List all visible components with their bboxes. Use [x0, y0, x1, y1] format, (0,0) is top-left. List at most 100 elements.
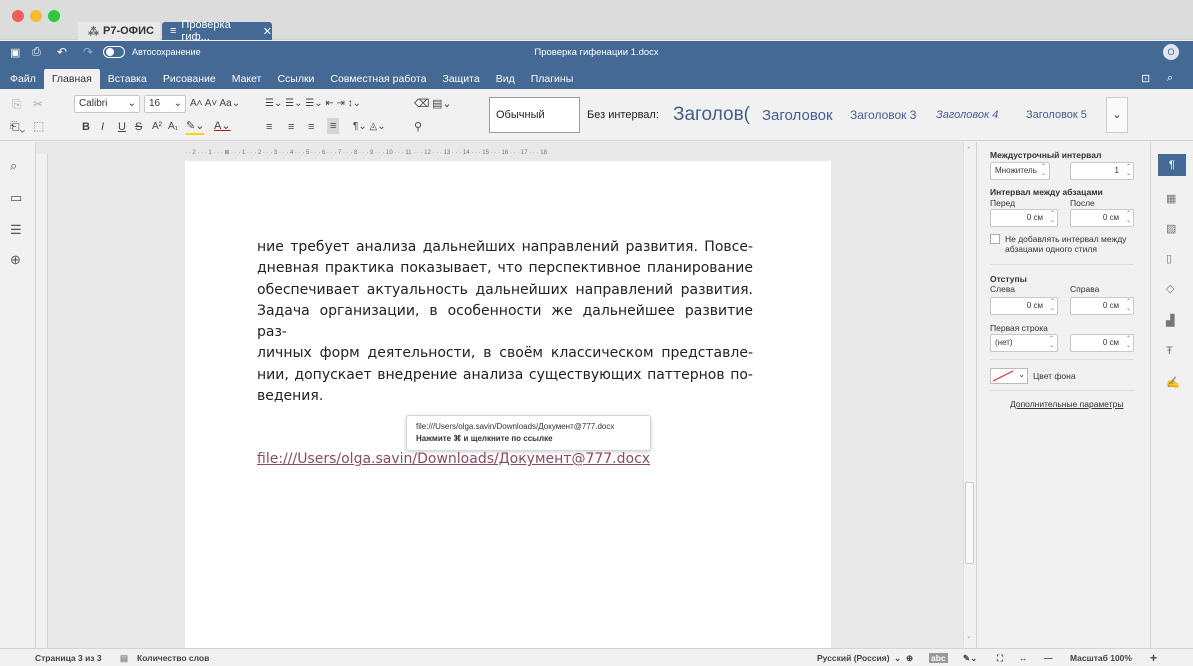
- menu-item[interactable]: Файл: [2, 69, 44, 89]
- clear-style-icon[interactable]: ⌫: [414, 97, 430, 111]
- font-color-button[interactable]: A⌄: [214, 119, 231, 133]
- menu-item[interactable]: Макет: [224, 69, 270, 89]
- subscript-button[interactable]: A₁: [168, 120, 178, 134]
- app-home-tab[interactable]: ⁂ Р7-ОФИС: [78, 22, 160, 40]
- scrollbar-down-arrow[interactable]: ⌄: [966, 632, 972, 640]
- style-preset[interactable]: Заголовок 4: [930, 97, 1020, 133]
- spacing-before-input[interactable]: 0 см: [990, 209, 1058, 227]
- menu-item[interactable]: Рисование: [155, 69, 224, 89]
- chart-settings-icon[interactable]: ▟: [1166, 314, 1174, 327]
- document-title: Проверка гифенации 1.docx: [534, 46, 659, 58]
- fit-width-icon[interactable]: ↔: [1019, 653, 1028, 663]
- paragraph-settings-tab[interactable]: ¶: [1158, 154, 1186, 176]
- scrollbar-thumb[interactable]: [965, 482, 974, 564]
- align-right-icon[interactable]: ≡: [308, 120, 314, 134]
- background-color-picker[interactable]: ⌄: [990, 368, 1028, 384]
- highlight-color-button[interactable]: ✎⌄: [186, 119, 205, 135]
- page-info[interactable]: Страница 3 из 3: [35, 653, 102, 663]
- spacing-before-value: 0 см: [1026, 213, 1043, 222]
- textart-settings-icon[interactable]: Ŧ: [1166, 345, 1173, 357]
- font-size-select[interactable]: 16 ⌄: [144, 95, 186, 113]
- minimize-window-icon[interactable]: [30, 10, 42, 22]
- zoom-level[interactable]: Масштаб 100%: [1070, 653, 1132, 663]
- spellcheck-icon[interactable]: abc: [929, 653, 948, 663]
- strikethrough-button[interactable]: S: [135, 120, 142, 134]
- first-line-value-input[interactable]: 0 см: [1070, 334, 1134, 352]
- body-paragraph[interactable]: ние требует анализа дальнейших направлен…: [257, 237, 753, 407]
- paste-icon[interactable]: ⎗⌄: [10, 119, 25, 133]
- bold-button[interactable]: B: [82, 120, 90, 134]
- align-left-icon[interactable]: ≡: [266, 120, 272, 134]
- underline-button[interactable]: U: [118, 120, 126, 134]
- style-preset[interactable]: Заголовок 3: [844, 97, 930, 133]
- cut-icon[interactable]: ✂: [33, 97, 43, 111]
- header-footer-icon[interactable]: ▯: [1166, 252, 1172, 265]
- user-avatar[interactable]: O: [1163, 44, 1179, 60]
- indent-right-input[interactable]: 0 см: [1070, 297, 1134, 315]
- table-settings-icon[interactable]: ▦: [1166, 192, 1176, 205]
- spacing-after-input[interactable]: 0 см: [1070, 209, 1134, 227]
- align-justify-icon[interactable]: ≡: [327, 118, 340, 134]
- left-sidebar: ⌕ ▭ ☰ ⊕: [0, 142, 36, 648]
- image-settings-icon[interactable]: ▨: [1166, 222, 1176, 235]
- styles-expand-button[interactable]: ⌄: [1106, 97, 1128, 133]
- zoom-in-icon[interactable]: +: [1150, 651, 1157, 665]
- italic-button[interactable]: I: [101, 120, 104, 134]
- hyperlink[interactable]: file:///Users/olga.savin/Downloads/Докум…: [257, 451, 650, 467]
- copy-style-icon[interactable]: ⚲: [414, 120, 422, 134]
- search-menu-icon[interactable]: ⌕: [1167, 72, 1173, 85]
- navigation-icon[interactable]: ☰: [10, 222, 22, 238]
- superscript-button[interactable]: A²: [152, 120, 162, 134]
- indent-left-input[interactable]: 0 см: [990, 297, 1058, 315]
- first-line-mode-select[interactable]: (нет): [990, 334, 1058, 352]
- scrollbar-up-arrow[interactable]: ⌃: [966, 146, 972, 154]
- copy-icon[interactable]: ⎘: [12, 97, 22, 111]
- document-language-icon[interactable]: ⊕: [906, 653, 913, 664]
- menu-item[interactable]: Вставка: [100, 69, 155, 89]
- spacing-after-value: 0 см: [1102, 213, 1119, 222]
- menu-item[interactable]: Совместная работа: [322, 69, 434, 89]
- shading-icon[interactable]: ▤⌄: [432, 97, 452, 111]
- increase-font-icon[interactable]: A˄ A˅ Aa⌄: [190, 97, 240, 111]
- comments-icon[interactable]: ▭: [10, 190, 22, 206]
- style-preset[interactable]: Обычный: [489, 97, 580, 133]
- close-tab-icon[interactable]: ✕: [263, 25, 272, 38]
- document-page[interactable]: ние требует анализа дальнейших направлен…: [185, 161, 831, 648]
- track-changes-icon[interactable]: ✎⌄: [963, 653, 977, 664]
- shape-settings-icon[interactable]: ◇: [1166, 282, 1174, 295]
- menu-item[interactable]: Вид: [488, 69, 523, 89]
- no-spacing-checkbox[interactable]: [990, 234, 1000, 244]
- advanced-settings-link[interactable]: Дополнительные параметры: [1010, 399, 1123, 409]
- zoom-out-icon[interactable]: —: [1044, 653, 1053, 663]
- vertical-scrollbar[interactable]: ⌃ ⌄: [963, 142, 975, 648]
- bullet-list-icon[interactable]: ☰⌄ ☰⌄ ☰⌄ ⇤ ⇥ ↕⌄: [265, 97, 361, 111]
- horizontal-ruler: · · 2 · · · 1 · · · ⊠ · · · 1 · · · 2 · …: [185, 150, 547, 156]
- close-window-icon[interactable]: [12, 10, 24, 22]
- menu-item[interactable]: Главная: [43, 69, 100, 89]
- maximize-window-icon[interactable]: [48, 10, 60, 22]
- search-icon[interactable]: ⌕: [10, 158, 17, 174]
- fit-page-icon[interactable]: ⛶: [997, 653, 1003, 664]
- menu-item[interactable]: Ссылки: [269, 69, 322, 89]
- menu-item[interactable]: Защита: [434, 69, 487, 89]
- select-all-icon[interactable]: ⬚: [33, 119, 44, 133]
- plugins-icon[interactable]: ⊕: [10, 252, 21, 268]
- document-tab[interactable]: ≡ Проверка гиф... ✕: [162, 19, 272, 43]
- after-label: После: [1070, 198, 1095, 208]
- menu-item[interactable]: Плагины: [523, 69, 582, 89]
- open-file-location-icon[interactable]: ⊡: [1141, 72, 1150, 85]
- font-name-select[interactable]: Calibri ⌄: [74, 95, 140, 113]
- style-preset[interactable]: Заголовок: [756, 97, 844, 133]
- signature-settings-icon[interactable]: ✍: [1166, 376, 1180, 389]
- word-count-button[interactable]: Количество слов: [137, 653, 209, 663]
- style-preset[interactable]: Заголовок 5: [1020, 97, 1106, 133]
- language-select[interactable]: Русский (Россия): [817, 653, 890, 663]
- align-center-icon[interactable]: ≡: [288, 120, 294, 134]
- line-spacing-value-input[interactable]: 1: [1070, 162, 1134, 180]
- nonprinting-chars-icon[interactable]: ¶⌄ ◬⌄: [353, 120, 386, 134]
- no-spacing-label: Не добавлять интервал между абзацами одн…: [1005, 234, 1127, 254]
- style-preset[interactable]: Без интервал:: [581, 97, 667, 133]
- document-tab-label: Проверка гиф...: [181, 19, 231, 43]
- style-preset[interactable]: Заголов(: [667, 97, 755, 133]
- line-spacing-mode-select[interactable]: Множитель: [990, 162, 1050, 180]
